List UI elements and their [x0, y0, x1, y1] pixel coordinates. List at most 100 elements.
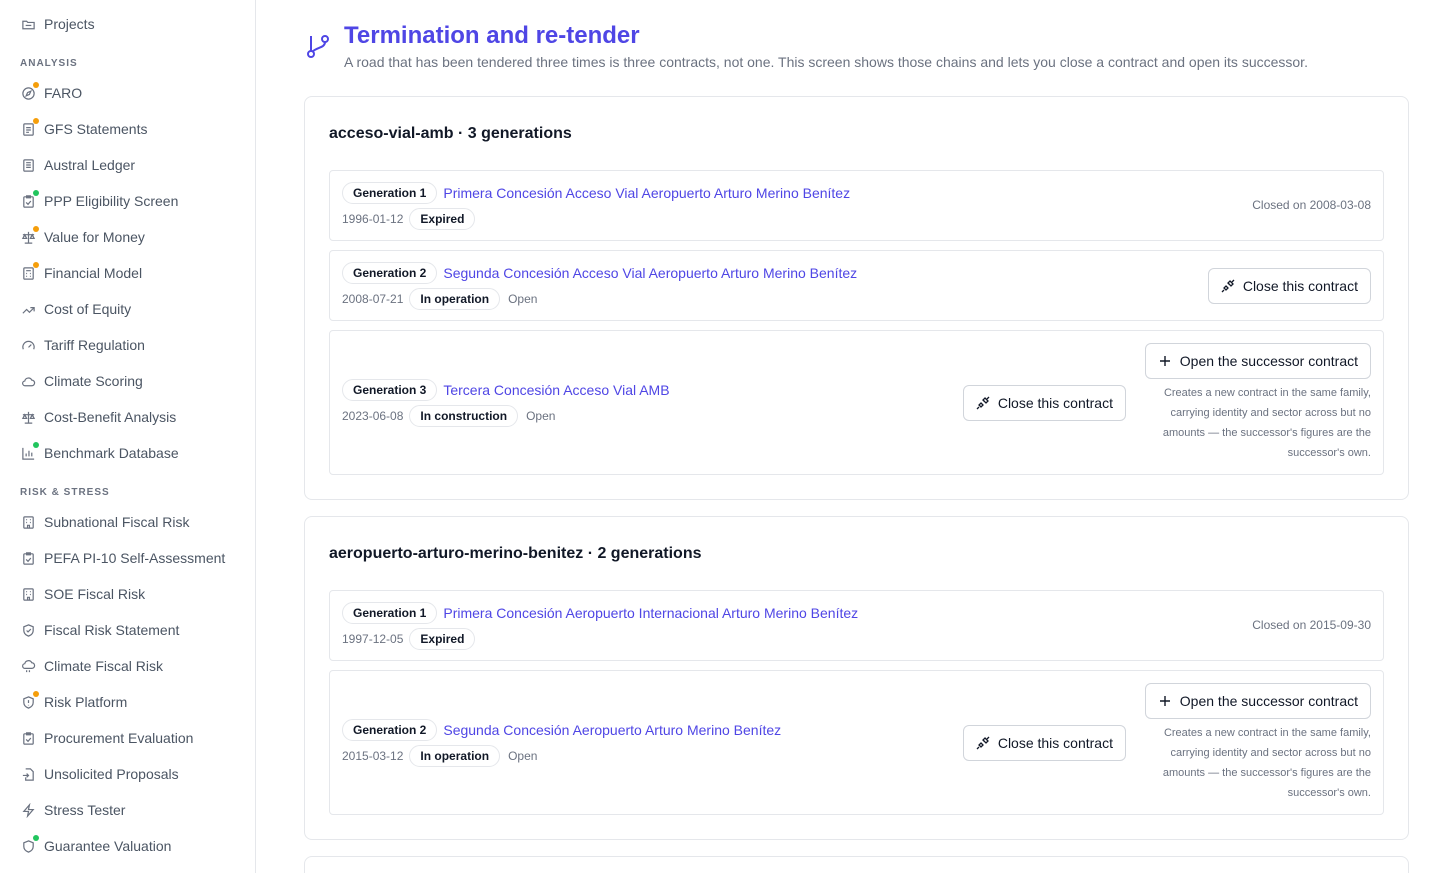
status-badge: In construction [409, 405, 519, 427]
sidebar-item-procurement-evaluation[interactable]: Procurement Evaluation [20, 726, 193, 750]
folder-icon [20, 16, 36, 32]
sidebar-item-climate-scoring[interactable]: Climate Scoring [20, 369, 143, 393]
sidebar-item-label: Cost of Equity [44, 301, 132, 317]
contract-link[interactable]: Primera Concesión Acceso Vial Aeropuerto… [443, 185, 850, 201]
generation-badge: Generation 2 [342, 719, 438, 741]
sidebar-item-climate-fiscal-risk[interactable]: Climate Fiscal Risk [20, 654, 163, 678]
book-icon [20, 157, 36, 173]
plus-icon [1158, 694, 1172, 708]
sidebar-item-label: GFS Statements [44, 121, 148, 137]
sidebar-item-cost-benefit[interactable]: Cost-Benefit Analysis [20, 405, 176, 429]
contract-link[interactable]: Segunda Concesión Acceso Vial Aeropuerto… [443, 265, 857, 281]
shield-icon [20, 835, 39, 854]
sidebar: Projects ANALYSIS FARO GFS Statements Au… [0, 0, 256, 873]
sidebar-item-fiscal-risk-statement[interactable]: Fiscal Risk Statement [20, 618, 179, 642]
open-successor-button[interactable]: Open the successor contract [1144, 683, 1371, 719]
status-dot [33, 835, 39, 841]
close-contract-button[interactable]: Close this contract [1207, 268, 1371, 304]
building-icon [20, 586, 36, 602]
contract-date: 2015-03-12 [342, 749, 404, 763]
chain-card: aeropuerto-arturo-merino-benitez · 2 gen… [304, 516, 1409, 840]
unplug-icon [1221, 279, 1235, 293]
page-subtitle: A road that has been tendered three time… [344, 54, 1308, 70]
section-label-risk-stress: RISK & STRESS [20, 487, 110, 498]
status-dot [33, 82, 39, 88]
sidebar-item-financial-model[interactable]: Financial Model [20, 261, 142, 285]
sidebar-item-unsolicited-proposals[interactable]: Unsolicited Proposals [20, 762, 179, 786]
sidebar-item-label: SOE Fiscal Risk [44, 586, 146, 602]
unplug-icon [976, 396, 990, 410]
close-contract-button[interactable]: Close this contract [962, 725, 1126, 761]
sidebar-item-subnational-fiscal-risk[interactable]: Subnational Fiscal Risk [20, 510, 190, 534]
sidebar-item-faro[interactable]: FARO [20, 81, 82, 105]
status-badge: In operation [409, 745, 501, 767]
cloud-icon [20, 373, 36, 389]
sidebar-item-value-for-money[interactable]: Value for Money [20, 225, 145, 249]
sidebar-item-label: Tariff Regulation [44, 337, 145, 353]
clipboard-icon [20, 730, 36, 746]
sidebar-item-ppp-eligibility[interactable]: PPP Eligibility Screen [20, 189, 178, 213]
building-icon [20, 514, 36, 530]
sidebar-item-label: Subnational Fiscal Risk [44, 514, 190, 530]
generation-row: Generation 3 Tercera Concesión Acceso Via… [329, 330, 1384, 475]
successor-note: Creates a new contract in the same famil… [1162, 387, 1371, 459]
section-label-analysis: ANALYSIS [20, 58, 78, 69]
generation-row: Generation 2 Segunda Concesión Aeropuerto… [329, 670, 1384, 815]
sidebar-item-label: FARO [44, 85, 83, 101]
scale-icon [20, 226, 39, 245]
close-contract-button[interactable]: Close this contract [962, 385, 1126, 421]
sidebar-item-soe-fiscal-risk[interactable]: SOE Fiscal Risk [20, 582, 145, 606]
closed-on-label: Closed on 2015-09-30 [1252, 618, 1371, 632]
sidebar-item-cost-of-equity[interactable]: Cost of Equity [20, 297, 131, 321]
status-dot [33, 442, 39, 448]
plus-icon [1158, 354, 1172, 368]
contract-date: 1997-12-05 [342, 632, 404, 646]
sidebar-item-label: PPP Eligibility Screen [44, 193, 179, 209]
sidebar-item-projects[interactable]: Projects [20, 12, 95, 36]
sidebar-item-tariff-regulation[interactable]: Tariff Regulation [20, 333, 145, 357]
chain-card [304, 856, 1409, 873]
sidebar-item-label: Climate Fiscal Risk [44, 658, 164, 674]
sidebar-item-guarantee-valuation[interactable]: Guarantee Valuation [20, 834, 171, 858]
page-title: Termination and re-tender [344, 22, 640, 49]
shield-alert-icon [20, 691, 39, 710]
sidebar-item-austral-ledger[interactable]: Austral Ledger [20, 153, 135, 177]
trending-up-icon [20, 301, 36, 317]
status-dot [33, 190, 39, 196]
sidebar-item-label: PEFA PI-10 Self-Assessment [44, 550, 226, 566]
zap-icon [20, 802, 36, 818]
sidebar-item-label: Projects [44, 16, 95, 32]
sidebar-item-gfs-statements[interactable]: GFS Statements [20, 117, 147, 141]
unplug-icon [976, 736, 990, 750]
compass-icon [20, 82, 39, 101]
clipboard-check-icon [20, 190, 39, 209]
sidebar-item-pefa[interactable]: PEFA PI-10 Self-Assessment [20, 546, 225, 570]
file-import-icon [20, 766, 36, 782]
button-label: Close this contract [1242, 278, 1358, 294]
contract-link[interactable]: Primera Concesión Aeropuerto Internacion… [443, 605, 858, 621]
status-badge: In operation [409, 288, 501, 310]
contract-link[interactable]: Tercera Concesión Acceso Vial AMB [443, 382, 669, 398]
contract-link[interactable]: Segunda Concesión Aeropuerto Arturo Meri… [443, 722, 781, 738]
generation-badge: Generation 2 [342, 262, 438, 284]
sidebar-item-label: Fiscal Risk Statement [44, 622, 180, 638]
sidebar-item-stress-tester[interactable]: Stress Tester [20, 798, 125, 822]
status-badge: Expired [409, 628, 476, 650]
clipboard-icon [20, 550, 36, 566]
button-label: Close this contract [997, 395, 1113, 411]
sidebar-item-benchmark-database[interactable]: Benchmark Database [20, 441, 179, 465]
sidebar-item-label: Value for Money [44, 229, 145, 245]
closed-on-label: Closed on 2008-03-08 [1252, 198, 1371, 212]
contract-date: 2008-07-21 [342, 292, 404, 306]
shield-check-icon [20, 622, 36, 638]
sidebar-item-label: Stress Tester [44, 802, 126, 818]
button-label: Open the successor contract [1179, 693, 1358, 709]
sidebar-item-label: Climate Scoring [44, 373, 143, 389]
button-label: Open the successor contract [1179, 353, 1358, 369]
scale-icon [20, 409, 36, 425]
sidebar-item-label: Austral Ledger [44, 157, 136, 173]
sidebar-item-risk-platform[interactable]: Risk Platform [20, 690, 127, 714]
open-successor-button[interactable]: Open the successor contract [1144, 343, 1371, 379]
sidebar-item-label: Unsolicited Proposals [44, 766, 179, 782]
calculator-icon [20, 262, 39, 281]
